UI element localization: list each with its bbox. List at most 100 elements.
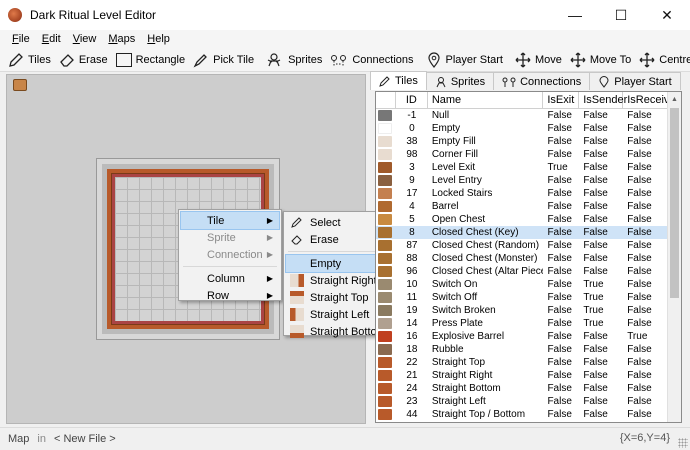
rectangle-tool-button[interactable]: Rectangle	[112, 49, 190, 71]
cell-issender: False	[583, 123, 608, 134]
cell-issender: False	[583, 370, 608, 381]
table-row[interactable]: 96 Closed Chest (Altar Piece) False False Fa…	[376, 265, 681, 278]
menu-help[interactable]: Help	[141, 33, 176, 45]
minimize-button[interactable]: —	[552, 0, 598, 30]
scroll-up-icon[interactable]: ▲	[668, 92, 681, 106]
player-start-tool-button[interactable]: Player Start	[422, 49, 507, 71]
tile-swatch	[378, 110, 392, 121]
centre-tool-button[interactable]: Centre	[635, 49, 690, 71]
cell-id: 16	[406, 331, 418, 342]
connections-tool-button[interactable]: Connections	[326, 49, 417, 71]
sprites-tool-button[interactable]: Sprites	[262, 49, 326, 71]
tab-connections[interactable]: Connections	[493, 72, 591, 90]
table-row[interactable]: 44 Straight Top / Bottom False False False	[376, 408, 681, 421]
cell-id: -1	[407, 110, 417, 121]
cell-issender: False	[583, 383, 608, 394]
table-row[interactable]: -1 Null False False False	[376, 109, 681, 122]
move-to-tool-button[interactable]: Move To	[566, 49, 635, 71]
tile-thumbnail-icon	[376, 382, 396, 395]
tiles-tool-button[interactable]: Tiles	[4, 49, 55, 71]
cell-isexit: False	[547, 110, 572, 121]
tile-swatch	[378, 331, 392, 342]
tab-player-start[interactable]: Player Start	[589, 72, 681, 90]
context-menu-column[interactable]: Column ▶	[181, 270, 279, 287]
sprites-icon	[267, 52, 281, 66]
erase-tool-button[interactable]: Erase	[55, 49, 112, 71]
cell-id: 88	[406, 253, 418, 264]
table-row[interactable]: 5 Open Chest False False False	[376, 213, 681, 226]
cell-name: Closed Chest (Key)	[431, 227, 519, 238]
table-row[interactable]: 14 Press Plate False True False	[376, 317, 681, 330]
tiles-table[interactable]: ID Name IsExit IsSender IsReceiver -1 Nul…	[375, 91, 682, 423]
cell-issender: True	[583, 318, 604, 329]
tab-sprites[interactable]: Sprites	[425, 72, 495, 90]
menu-edit[interactable]: Edit	[36, 33, 67, 45]
rectangle-icon	[115, 52, 132, 67]
resize-grip-icon[interactable]	[678, 438, 688, 448]
column-header-icon[interactable]	[376, 92, 396, 108]
cell-issender: False	[583, 149, 608, 160]
close-button[interactable]: ✕	[644, 0, 690, 30]
maximize-button[interactable]: ☐	[598, 0, 644, 30]
menu-file[interactable]: File	[6, 33, 36, 45]
column-header-name[interactable]: Name	[428, 92, 544, 108]
tile-thumbnail-icon	[376, 213, 396, 226]
column-header-issender[interactable]: IsSender	[579, 92, 627, 108]
cell-id: 3	[409, 162, 415, 173]
table-row[interactable]: 3 Level Exit True False False	[376, 161, 681, 174]
cell-id: 10	[406, 279, 418, 290]
table-row[interactable]: 98 Corner Fill False False False	[376, 148, 681, 161]
move-tool-button[interactable]: Move	[511, 49, 566, 71]
table-row[interactable]: 11 Switch Off False True False	[376, 291, 681, 304]
table-body: -1 Null False False False 0 Empty False False Fal…	[376, 109, 681, 421]
context-menu-row[interactable]: Row ▶	[181, 287, 279, 304]
table-row[interactable]: 4 Barrel False False False	[376, 200, 681, 213]
tile-thumbnail-icon	[376, 174, 396, 187]
tile-swatch	[378, 357, 392, 368]
submenu-arrow-icon: ▶	[266, 291, 273, 300]
scrollbar-thumb[interactable]	[670, 108, 679, 298]
tile-thumbnail-icon	[376, 109, 396, 122]
cell-issender: False	[583, 162, 608, 173]
table-row[interactable]: 24 Straight Bottom False False False	[376, 382, 681, 395]
straight-right-tile-icon	[290, 274, 304, 287]
table-row[interactable]: 87 Closed Chest (Random) False False False	[376, 239, 681, 252]
centre-arrows-icon	[639, 52, 655, 67]
cell-name: Barrel	[431, 201, 459, 212]
tile-swatch	[378, 240, 392, 251]
table-row[interactable]: 18 Rubble False False False	[376, 343, 681, 356]
table-row[interactable]: 21 Straight Right False False False	[376, 369, 681, 382]
cell-isexit: False	[547, 383, 572, 394]
menu-maps[interactable]: Maps	[102, 33, 141, 45]
cell-name: Press Plate	[431, 318, 483, 329]
table-row[interactable]: 9 Level Entry False False False	[376, 174, 681, 187]
pick-tile-tool-button[interactable]: Pick Tile	[189, 49, 258, 71]
tile-swatch	[378, 149, 392, 160]
table-row[interactable]: 88 Closed Chest (Monster) False False False	[376, 252, 681, 265]
vertical-scrollbar[interactable]: ▲	[667, 92, 681, 422]
tile-thumbnail-icon	[376, 356, 396, 369]
tile-thumbnail-icon	[376, 252, 396, 265]
table-row[interactable]: 16 Explosive Barrel False False True	[376, 330, 681, 343]
status-bar: Map in < New File > {X=6,Y=4}	[0, 427, 690, 450]
table-row[interactable]: 23 Straight Left False False False	[376, 395, 681, 408]
context-menu-tile[interactable]: Tile ▶	[180, 211, 280, 230]
cell-name: Straight Bottom	[431, 383, 501, 394]
menu-view[interactable]: View	[67, 33, 103, 45]
column-header-isexit[interactable]: IsExit	[543, 92, 580, 108]
cell-isexit: False	[547, 201, 572, 212]
table-row[interactable]: 0 Empty False False False	[376, 122, 681, 135]
table-row[interactable]: 17 Locked Stairs False False False	[376, 187, 681, 200]
cell-id: 87	[406, 240, 418, 251]
cell-id: 4	[409, 201, 415, 212]
table-row[interactable]: 19 Switch Broken False True False	[376, 304, 681, 317]
column-header-id[interactable]: ID	[396, 92, 428, 108]
tab-tiles[interactable]: Tiles	[370, 71, 427, 90]
table-row[interactable]: 38 Empty Fill False False False	[376, 135, 681, 148]
table-row[interactable]: 22 Straight Top False False False	[376, 356, 681, 369]
tile-swatch	[378, 292, 392, 303]
cell-isexit: False	[547, 253, 572, 264]
cell-isexit: False	[547, 305, 572, 316]
table-row[interactable]: 10 Switch On False True False	[376, 278, 681, 291]
table-row[interactable]: 8 Closed Chest (Key) False False False	[376, 226, 681, 239]
